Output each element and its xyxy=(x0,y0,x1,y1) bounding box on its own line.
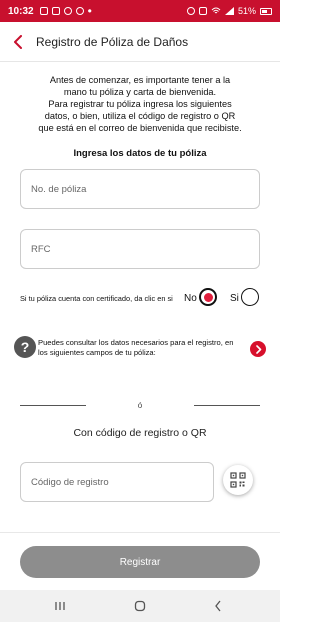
mute-icon xyxy=(198,7,207,15)
page-title: Registro de Póliza de Daños xyxy=(36,34,189,49)
intro-line: datos, o bien, utiliza el código de regi… xyxy=(44,111,236,121)
registration-title: Con código de registro o QR xyxy=(73,427,207,439)
qr-scan-button[interactable] xyxy=(223,465,253,495)
info-details-button[interactable] xyxy=(250,341,266,357)
info-line: Puedes consultar los datos necesarios pa… xyxy=(38,338,234,347)
bottom-separator xyxy=(0,532,280,533)
chevron-right-icon xyxy=(255,344,261,354)
option-no-label: No xyxy=(184,293,197,304)
option-si-label: Si xyxy=(230,293,239,304)
image-icon xyxy=(39,7,48,15)
status-time: 10:32 xyxy=(8,5,34,17)
signal-icon xyxy=(224,7,234,15)
radio-no[interactable] xyxy=(199,288,217,306)
recents-icon xyxy=(55,602,65,610)
info-line: los siguientes campos de tu póliza: xyxy=(38,347,156,357)
info-hint: ? Puedes consultar los datos necesarios … xyxy=(14,336,268,360)
question-icon: ? xyxy=(14,336,36,358)
recents-button[interactable] xyxy=(45,596,75,616)
intro-line: mano tu póliza y carta de bienvenida. xyxy=(63,87,217,97)
battery-icon xyxy=(260,7,272,15)
app-header: Registro de Póliza de Daños xyxy=(0,22,280,62)
rfc-field[interactable] xyxy=(20,229,260,269)
divider-text: ó xyxy=(137,401,143,410)
intro-line: Antes de comenzar, es importante tener a… xyxy=(49,75,231,85)
back-button[interactable] xyxy=(0,22,36,62)
battery-percent: 51% xyxy=(237,6,256,16)
certificate-question: Si tu póliza cuenta con certificado, da … xyxy=(20,294,173,303)
divider-line-right xyxy=(194,405,260,406)
qr-scan-icon xyxy=(230,472,246,488)
register-button[interactable]: Registrar xyxy=(20,546,260,578)
home-icon xyxy=(134,600,146,612)
intro-text: Antes de comenzar, es importante tener a… xyxy=(20,74,260,134)
policy-number-field[interactable] xyxy=(20,169,260,209)
wifi-icon xyxy=(211,7,221,14)
alarm-icon xyxy=(186,7,195,15)
info-text: Puedes consultar los datos necesarios pa… xyxy=(38,338,250,357)
home-button[interactable] xyxy=(125,596,155,616)
nav-back-button[interactable] xyxy=(203,596,233,616)
back-icon xyxy=(215,600,221,612)
radio-si[interactable] xyxy=(241,288,259,306)
image-icon xyxy=(51,7,60,15)
status-bar: 10:32 • 51% xyxy=(0,0,280,22)
dot-icon: • xyxy=(87,4,92,18)
certificate-row: Si tu póliza cuenta con certificado, da … xyxy=(0,286,280,310)
policy-number-input[interactable] xyxy=(31,183,249,195)
registration-code-input[interactable] xyxy=(31,476,203,488)
registration-code-field[interactable] xyxy=(20,462,214,502)
intro-line: Para registrar tu póliza ingresa los sig… xyxy=(48,99,232,109)
form-section-title: Ingresa los datos de tu póliza xyxy=(73,148,207,159)
intro-line: que está en el correo de bienvenida que … xyxy=(38,123,242,133)
chevron-left-icon xyxy=(14,34,22,49)
whatsapp-icon xyxy=(75,7,84,15)
rfc-input[interactable] xyxy=(31,243,249,255)
divider-line-left xyxy=(20,405,86,406)
system-nav-bar xyxy=(0,590,280,622)
facebook-icon xyxy=(63,7,72,15)
